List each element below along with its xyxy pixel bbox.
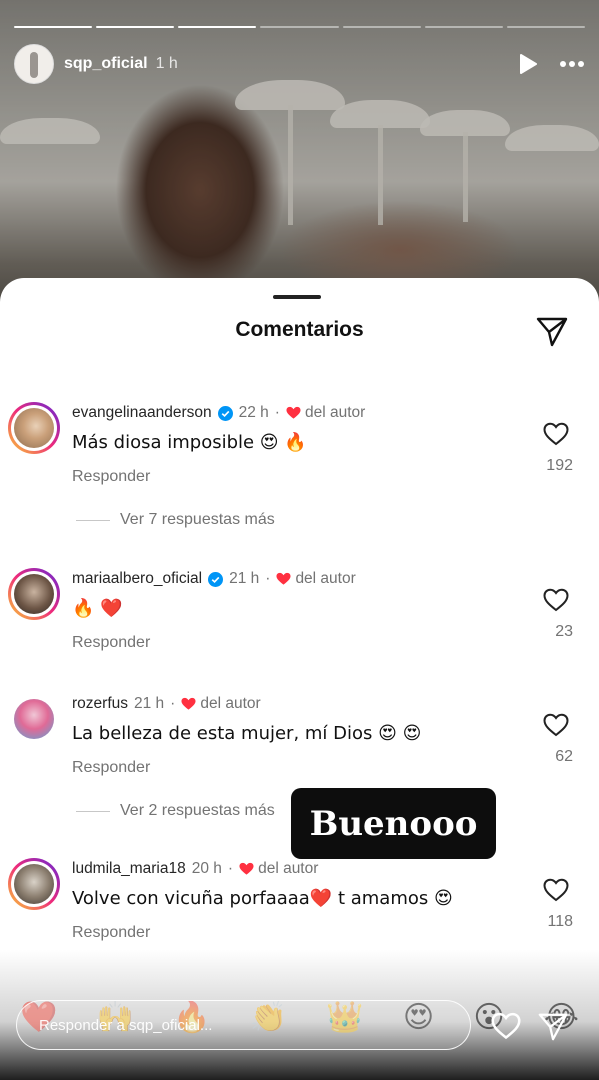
comment-time: 20 h [191, 860, 222, 877]
comment-time: 22 h [238, 404, 269, 421]
reply-button[interactable]: Responder [72, 468, 150, 486]
paper-plane-icon[interactable] [537, 1010, 569, 1042]
sheet-title: Comentarios [235, 318, 364, 341]
author-heart-icon [181, 697, 196, 710]
comment-text: 🔥 ❤️ [72, 598, 123, 619]
play-icon[interactable] [519, 54, 537, 74]
comment-text: Volve con vicuña porfaaaa❤️ t amamos 😍 [72, 888, 453, 909]
sheet-drag-handle[interactable] [273, 295, 321, 299]
comment-text: Más diosa imposible 😍 🔥 [72, 432, 307, 453]
paper-plane-icon[interactable] [535, 314, 569, 348]
more-replies-label: Ver 2 respuestas más [120, 802, 275, 819]
comment-time: 21 h [229, 570, 260, 587]
author-heart-icon [239, 862, 254, 875]
avatar[interactable] [8, 858, 60, 910]
comment-username[interactable]: rozerfus [72, 695, 128, 713]
story-avatar[interactable] [14, 44, 54, 84]
liked-by-author-label: del autor [295, 570, 356, 587]
verified-badge-icon [217, 405, 233, 421]
comment-username[interactable]: ludmila_maria18 [72, 860, 186, 878]
comment-time: 21 h [134, 695, 165, 712]
story-header: sqp_oficial 1 h [14, 44, 585, 84]
comment-username[interactable]: mariaalbero_oficial [72, 570, 202, 588]
reply-button[interactable]: Responder [72, 634, 150, 652]
comment-text: La belleza de esta mujer, mí Dios 😍 😍 [72, 723, 422, 744]
author-heart-icon [276, 572, 291, 585]
reply-button[interactable]: Responder [72, 759, 150, 777]
story-username[interactable]: sqp_oficial [64, 55, 148, 73]
verified-badge-icon [208, 571, 224, 587]
like-count: 62 [555, 748, 573, 765]
progress-segment [178, 26, 257, 28]
view-more-replies-button[interactable]: Ver 7 respuestas más [76, 511, 275, 529]
progress-segment [342, 26, 421, 28]
liked-by-author-label: del autor [304, 404, 366, 421]
avatar[interactable] [8, 693, 60, 745]
story-progress [14, 26, 585, 28]
text-sticker: Buenooo [291, 788, 496, 859]
heart-outline-icon[interactable] [543, 878, 569, 902]
heart-outline-icon[interactable] [543, 713, 569, 737]
reply-button[interactable]: Responder [72, 924, 150, 942]
heart-outline-icon[interactable] [491, 1012, 521, 1040]
avatar[interactable] [8, 568, 60, 620]
avatar[interactable] [8, 402, 60, 454]
progress-segment [14, 26, 93, 28]
more-horizontal-icon[interactable] [559, 60, 585, 68]
reply-input[interactable] [16, 1000, 471, 1050]
author-heart-icon [286, 406, 301, 419]
heart-outline-icon[interactable] [543, 422, 569, 446]
view-more-replies-button[interactable]: Ver 2 respuestas más [76, 802, 275, 820]
progress-segment [96, 26, 175, 28]
progress-segment [260, 26, 339, 28]
liked-by-author-label: del autor [258, 860, 319, 877]
comment-username[interactable]: evangelinaanderson [72, 404, 212, 422]
like-count: 192 [546, 457, 573, 474]
progress-segment [424, 26, 503, 28]
heart-outline-icon[interactable] [543, 588, 569, 612]
like-count: 23 [555, 623, 573, 640]
liked-by-author-label: del autor [200, 695, 261, 712]
progress-segment [506, 26, 585, 28]
more-replies-label: Ver 7 respuestas más [120, 511, 275, 528]
like-count: 118 [547, 913, 573, 930]
story-time: 1 h [155, 55, 178, 72]
